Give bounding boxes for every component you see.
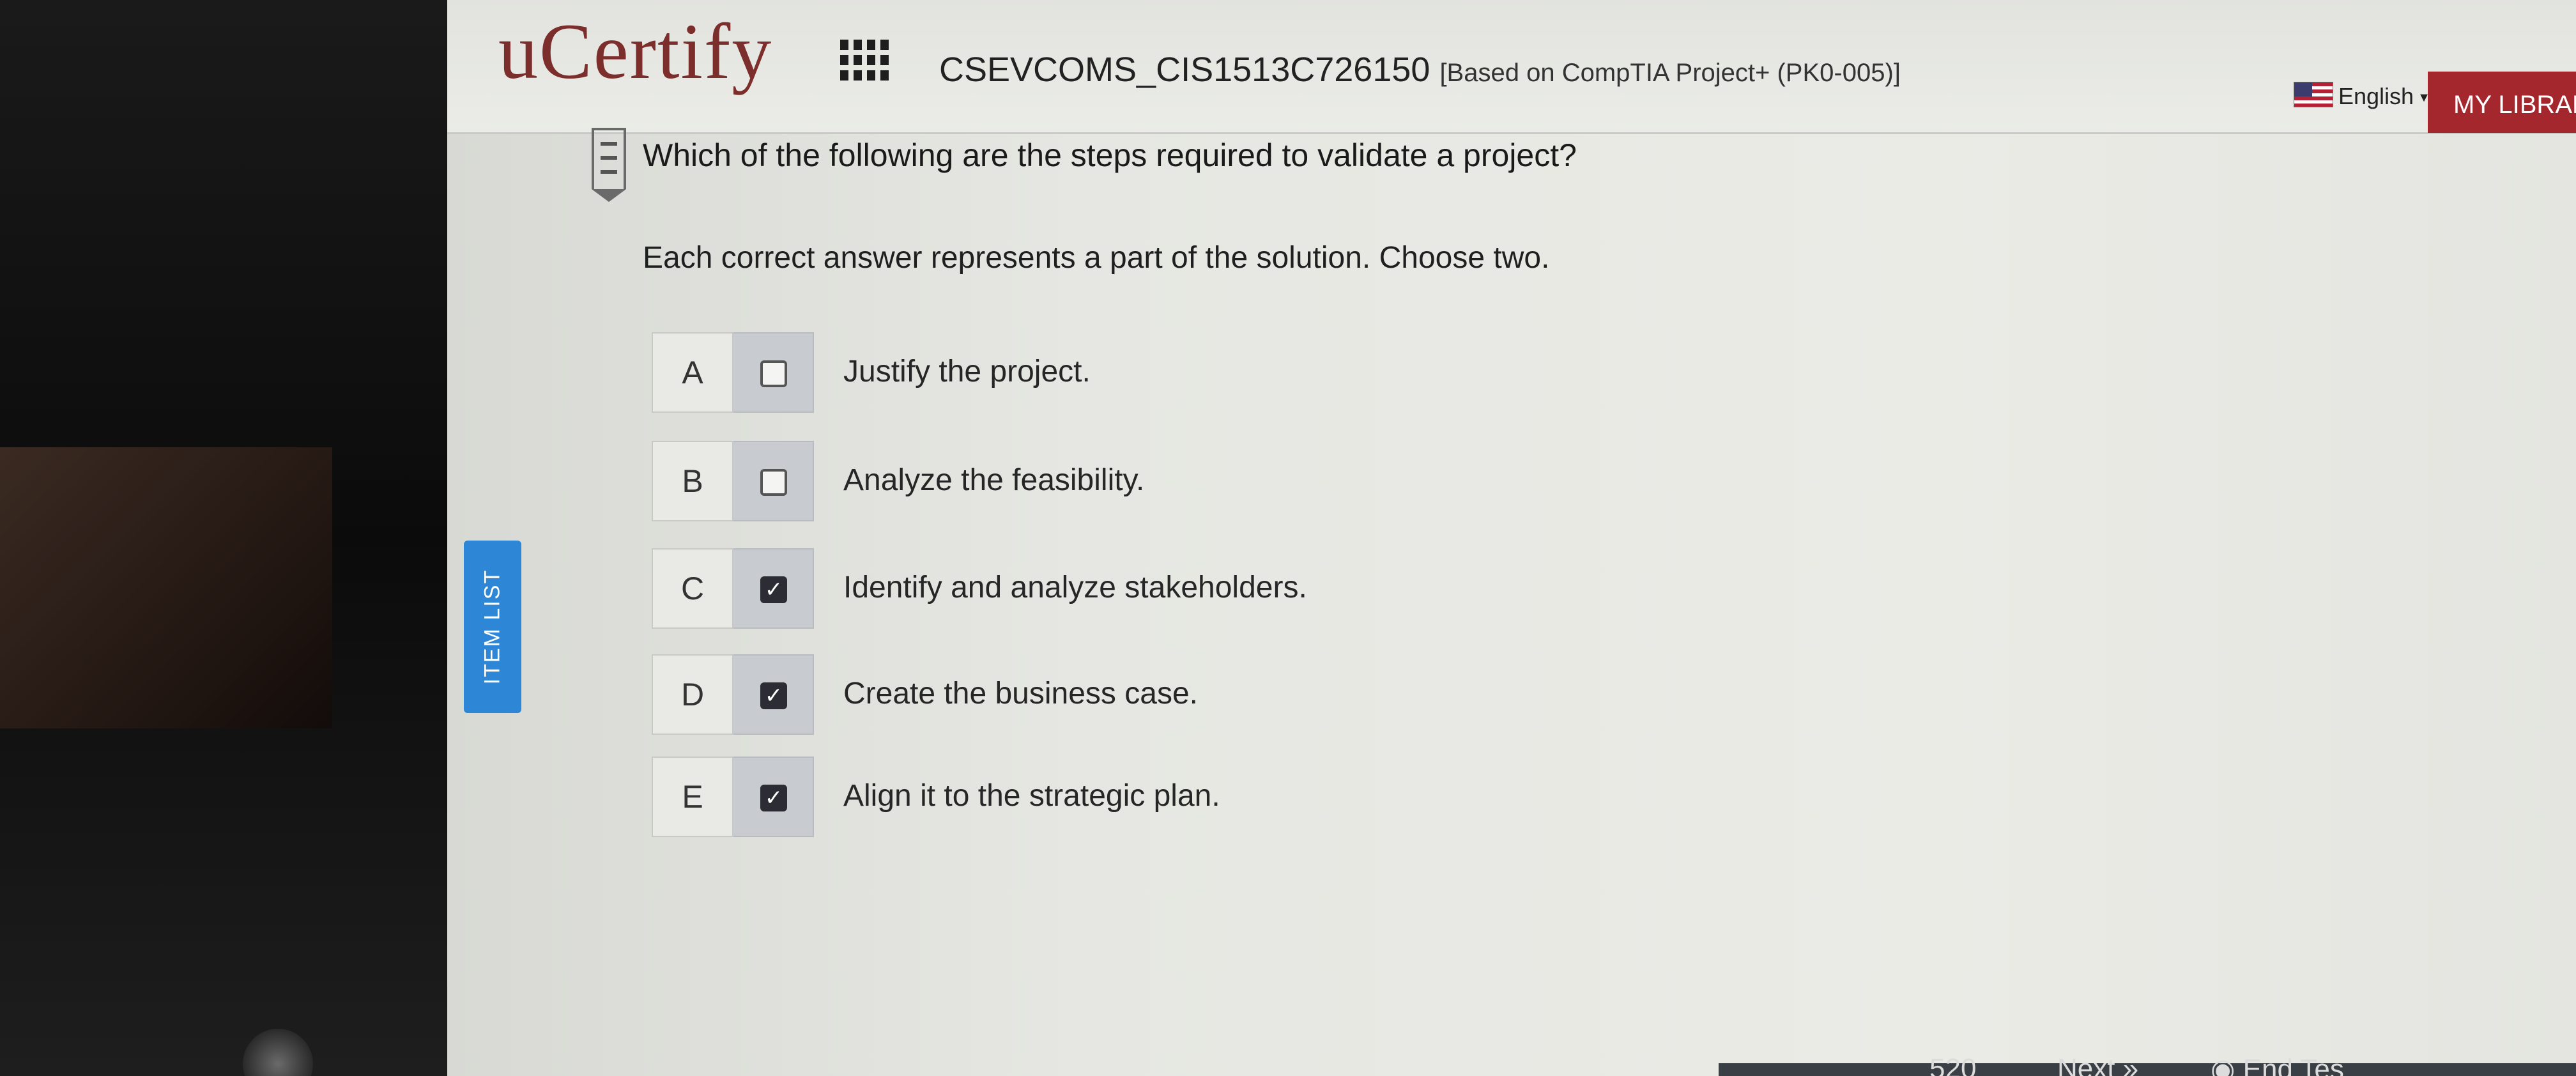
bookmark-icon[interactable] (592, 128, 626, 202)
option-text: Align it to the strategic plan. (843, 779, 1220, 813)
double-chevron-right-icon: » (2122, 1053, 2139, 1076)
us-flag-icon[interactable] (2294, 82, 2333, 107)
end-test-button[interactable]: ◉ End Tes (2211, 1053, 2344, 1076)
option-text: Identify and analyze stakeholders. (843, 571, 1307, 604)
language-label: English (2338, 83, 2414, 109)
course-code: CSEVCOMS_CIS1513C726150 (939, 50, 1430, 89)
option-letter: E (652, 757, 733, 837)
option-text: Analyze the feasibility. (843, 463, 1145, 497)
item-list-tab[interactable]: ITEM LIST (464, 541, 521, 713)
course-title: CSEVCOMS_CIS1513C726150 [Based on CompTI… (939, 50, 1901, 89)
option-a[interactable]: A Justify the project. (652, 332, 1610, 413)
course-subtitle: [Based on CompTIA Project+ (PK0-005)] (1439, 59, 1901, 87)
checkbox-empty-icon (760, 360, 787, 387)
checkbox-checked-icon: ✓ (760, 576, 787, 603)
ucertify-logo[interactable]: uCertify (498, 6, 772, 97)
option-checkbox[interactable]: ✓ (733, 757, 814, 837)
background-knob (243, 1029, 313, 1076)
app-screen: uCertify CSEVCOMS_CIS1513C726150 [Based … (447, 0, 2576, 1076)
option-checkbox[interactable]: ✓ (733, 654, 814, 735)
timer: 520 (1929, 1053, 1977, 1076)
top-header: uCertify CSEVCOMS_CIS1513C726150 [Based … (447, 0, 2576, 134)
next-button[interactable]: Next » (2057, 1053, 2138, 1076)
option-checkbox[interactable]: ✓ (733, 548, 814, 629)
option-b[interactable]: B Analyze the feasibility. (652, 441, 1610, 521)
option-c[interactable]: C ✓ Identify and analyze stakeholders. (652, 548, 1610, 629)
question-instruction: Each correct answer represents a part of… (643, 241, 1550, 275)
next-label: Next (2057, 1053, 2115, 1076)
option-letter: B (652, 441, 733, 521)
end-test-icon: ◉ (2211, 1054, 2235, 1076)
option-text: Create the business case. (843, 677, 1198, 711)
monitor-surround (0, 0, 447, 1076)
checkbox-checked-icon: ✓ (760, 682, 787, 709)
option-e[interactable]: E ✓ Align it to the strategic plan. (652, 757, 1610, 837)
option-d[interactable]: D ✓ Create the business case. (652, 654, 1610, 735)
item-list-label: ITEM LIST (480, 569, 505, 685)
checkbox-checked-icon: ✓ (760, 785, 787, 811)
option-checkbox[interactable] (733, 441, 814, 521)
option-letter: A (652, 332, 733, 413)
language-dropdown[interactable]: English ▼ (2338, 83, 2430, 110)
option-checkbox[interactable] (733, 332, 814, 413)
checkbox-empty-icon (760, 469, 787, 496)
my-library-button[interactable]: MY LIBRARY (2428, 72, 2576, 133)
apps-grid-icon[interactable] (840, 40, 889, 81)
option-text: Justify the project. (843, 355, 1091, 388)
footer-bar (1719, 1063, 2576, 1076)
background-desk (0, 447, 332, 728)
question-text: Which of the following are the steps req… (643, 137, 1577, 173)
option-letter: C (652, 548, 733, 629)
option-letter: D (652, 654, 733, 735)
end-test-label: End Tes (2242, 1054, 2344, 1076)
